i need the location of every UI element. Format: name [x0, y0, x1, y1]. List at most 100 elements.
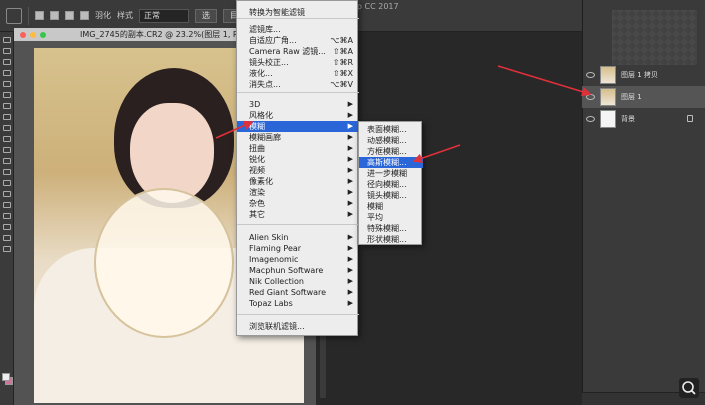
filter-menu-item[interactable]: Red Giant Software ▶ [237, 287, 359, 298]
filter-menu-item[interactable]: 杂色 ▶ [237, 198, 359, 209]
filter-menu-item[interactable]: 视频 ▶ [237, 165, 359, 176]
blur-submenu-item[interactable]: 动感模糊... [359, 135, 423, 146]
filter-menu-item[interactable]: 镜头校正... ⇧⌘R [237, 57, 359, 68]
filter-menu-item[interactable]: Nik Collection ▶ [237, 276, 359, 287]
foreground-color-swatch[interactable] [2, 373, 10, 381]
crop-tool-icon[interactable] [2, 81, 11, 87]
close-window-icon[interactable] [20, 31, 26, 38]
select-subject-button[interactable]: 选 [195, 8, 217, 23]
blur-submenu-item[interactable]: 进一步模糊 [359, 168, 423, 179]
filter-menu-item[interactable]: 渲染 ▶ [237, 187, 359, 198]
filter-menu-item[interactable]: 自适应广角... ⌥⌘A [237, 35, 359, 46]
marquee-tool-icon[interactable] [6, 7, 22, 24]
eye-icon[interactable] [586, 116, 595, 122]
type-tool-icon[interactable] [2, 202, 11, 208]
blur-submenu-item[interactable]: 方框模糊... [359, 146, 423, 157]
fan-shape [94, 188, 234, 338]
submenu-item-label: 动感模糊... [367, 136, 407, 145]
filter-menu-item[interactable]: 模糊画廊 ▶ [237, 132, 359, 143]
filter-menu-item[interactable]: 锐化 ▶ [237, 154, 359, 165]
new-selection-icon[interactable] [35, 11, 44, 20]
healing-tool-icon[interactable] [2, 103, 11, 109]
photoshop-window: 羽化 样式 正常 选 目标 op CC 2017 [0, 0, 705, 405]
filter-menu-item[interactable]: Alien Skin ▶ [237, 232, 359, 243]
subtract-selection-icon[interactable] [65, 11, 74, 20]
submenu-item-label: 表面模糊... [367, 125, 407, 134]
menu-item-label: 3D [249, 100, 261, 109]
intersect-selection-icon[interactable] [80, 11, 89, 20]
filter-menu-item[interactable]: 转换为智能滤镜 [237, 7, 359, 18]
menu-item-label: 视频 [249, 166, 265, 175]
move-tool-icon[interactable] [2, 37, 11, 43]
eyedropper-tool-icon[interactable] [2, 92, 11, 98]
menu-item-label: 锐化 [249, 155, 265, 164]
submenu-item-label: 模糊 [367, 202, 383, 211]
zoom-tool-icon[interactable] [2, 246, 11, 252]
menu-item-label: Red Giant Software [249, 288, 327, 297]
filter-menu-item[interactable]: 滤镜库... [237, 24, 359, 35]
submenu-arrow-icon: ▶ [347, 277, 353, 285]
layer-row[interactable]: 图层 1 [582, 86, 705, 108]
brush-tool-icon[interactable] [2, 114, 11, 120]
gradient-tool-icon[interactable] [2, 158, 11, 164]
filter-menu-item[interactable]: 像素化 ▶ [237, 176, 359, 187]
style-select[interactable]: 正常 [139, 8, 189, 23]
eye-icon[interactable] [586, 72, 595, 78]
filter-menu-item[interactable]: 模糊 ▶ [237, 121, 359, 132]
eraser-tool-icon[interactable] [2, 147, 11, 153]
submenu-item-label: 径向模糊... [367, 180, 407, 189]
quick-select-tool-icon[interactable] [2, 70, 11, 76]
layer-name: 背景 [621, 115, 635, 123]
filter-menu-item[interactable]: Camera Raw 滤镜... ⇧⌘A [237, 46, 359, 57]
menu-item-label: Macphun Software [249, 266, 324, 275]
layer-row[interactable]: 背景 [582, 108, 705, 130]
layer-row[interactable]: 图层 1 拷贝 [582, 64, 705, 86]
filter-menu-item[interactable]: 液化... ⇧⌘X [237, 68, 359, 79]
blur-submenu-item[interactable]: 平均 [359, 212, 423, 223]
filter-menu-item[interactable]: 风格化 ▶ [237, 110, 359, 121]
menu-item-label: 液化... [249, 69, 273, 78]
minimize-window-icon[interactable] [30, 31, 36, 38]
menu-item-shortcut: ⇧⌘R [332, 58, 353, 67]
menu-item-shortcut: ⌥⌘A [330, 36, 353, 45]
submenu-item-label: 平均 [367, 213, 383, 222]
menu-item-label: 其它 [249, 210, 265, 219]
blur-submenu-item[interactable]: 高斯模糊... [359, 157, 423, 168]
pen-tool-icon[interactable] [2, 191, 11, 197]
marquee-tool-icon[interactable] [2, 48, 11, 54]
filter-menu-item[interactable]: 消失点... ⌥⌘V [237, 79, 359, 90]
eye-icon[interactable] [586, 94, 595, 100]
lasso-tool-icon[interactable] [2, 59, 11, 65]
blur-submenu-item[interactable]: 特殊模糊... [359, 223, 423, 234]
dodge-tool-icon[interactable] [2, 180, 11, 186]
filter-menu-item[interactable]: Topaz Labs ▶ [237, 298, 359, 309]
filter-menu-item[interactable]: Imagenomic ▶ [237, 254, 359, 265]
menu-divider [237, 224, 359, 225]
filter-menu-item[interactable]: 3D ▶ [237, 99, 359, 110]
blur-tool-icon[interactable] [2, 169, 11, 175]
blur-submenu-item[interactable]: 镜头模糊... [359, 190, 423, 201]
submenu-arrow-icon: ▶ [347, 266, 353, 274]
submenu-item-label: 进一步模糊 [367, 169, 407, 178]
submenu-item-label: 高斯模糊... [367, 158, 407, 167]
filter-menu-item[interactable]: 扭曲 ▶ [237, 143, 359, 154]
filter-menu-item[interactable]: 其它 ▶ [237, 209, 359, 220]
history-brush-tool-icon[interactable] [2, 136, 11, 142]
maximize-window-icon[interactable] [40, 31, 46, 38]
filter-menu-item[interactable]: Flaming Pear ▶ [237, 243, 359, 254]
hand-tool-icon[interactable] [2, 235, 11, 241]
stamp-tool-icon[interactable] [2, 125, 11, 131]
blur-submenu-item[interactable]: 表面模糊... [359, 124, 423, 135]
magnifier-icon[interactable] [679, 378, 699, 398]
submenu-item-label: 镜头模糊... [367, 191, 407, 200]
blur-submenu-item[interactable]: 形状模糊... [359, 234, 423, 245]
filter-menu-item[interactable]: 浏览联机滤镜... [237, 321, 359, 332]
filter-menu-item[interactable]: Macphun Software ▶ [237, 265, 359, 276]
blur-submenu-item[interactable]: 模糊 [359, 201, 423, 212]
menu-item-label: 渲染 [249, 188, 265, 197]
menu-item-label: 浏览联机滤镜... [249, 322, 305, 331]
shape-tool-icon[interactable] [2, 224, 11, 230]
add-selection-icon[interactable] [50, 11, 59, 20]
path-select-tool-icon[interactable] [2, 213, 11, 219]
blur-submenu-item[interactable]: 径向模糊... [359, 179, 423, 190]
